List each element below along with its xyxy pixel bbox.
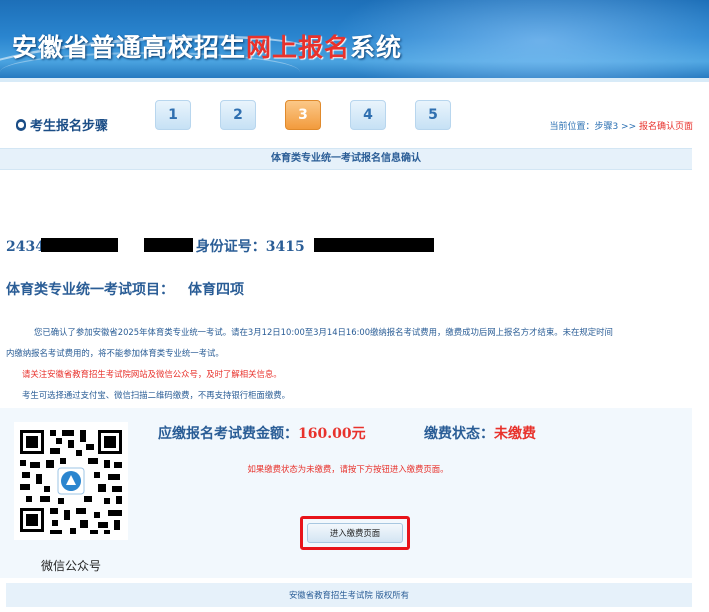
step-5: 5 xyxy=(415,100,451,130)
exam-item-value: 体育四项 xyxy=(188,282,244,298)
breadcrumb-prefix: 当前位置：步骤3 >> xyxy=(549,122,639,132)
qr-caption: 微信公众号 xyxy=(40,559,101,573)
steps-bar: ● 考生报名步骤 1 2 3 4 5 当前位置：步骤3 >> 报名确认页面 xyxy=(0,88,709,148)
fee-line: 应缴报名考试费金额：160.00元 xyxy=(158,423,366,443)
exam-item-label: 体育类专业统一考试项目： xyxy=(6,282,174,298)
banner-divider xyxy=(0,78,709,82)
candidate-number: 2434 xyxy=(6,239,45,255)
exam-item-line: 体育类专业统一考试项目： 体育四项 xyxy=(6,279,244,299)
notice-line-3: 请关注安徽省教育招生考试院网站及微信公众号，及时了解相关信息。 xyxy=(22,369,282,379)
steps-label-text: 考生报名步骤 xyxy=(30,119,109,134)
breadcrumb: 当前位置：步骤3 >> 报名确认页面 xyxy=(549,119,693,132)
step-4: 4 xyxy=(350,100,386,130)
step-2: 2 xyxy=(220,100,256,130)
redaction-bar xyxy=(41,238,118,252)
notice-line-2: 内缴纳报名考试费用的，将不能参加体育类专业统一考试。 xyxy=(6,348,224,358)
status-value: 未缴费 xyxy=(494,426,536,442)
payment-status-line: 缴费状态：未缴费 xyxy=(424,423,536,443)
bullet-icon: ● xyxy=(16,118,26,131)
status-label: 缴费状态： xyxy=(424,426,494,442)
title-part-1: 安徽省普通高校招生 xyxy=(12,33,247,62)
system-title: 安徽省普通高校招生网上报名系统 xyxy=(12,28,402,64)
steps-label: ● 考生报名步骤 xyxy=(16,115,108,134)
fee-amount: 160.00元 xyxy=(298,426,366,442)
redaction-bar xyxy=(314,238,434,252)
qr-code-icon xyxy=(14,422,128,540)
title-part-2: 系统 xyxy=(350,33,403,62)
fee-label: 应缴报名考试费金额： xyxy=(158,426,298,442)
title-highlight: 网上报名 xyxy=(246,33,351,62)
notice-block: 您已确认了参加安徽省2025年体育类专业统一考试。请在3月12日10:00至3月… xyxy=(6,322,696,406)
section-header: 体育类专业统一考试报名信息确认 xyxy=(0,148,692,170)
enter-payment-button[interactable]: 进入缴费页面 xyxy=(307,523,403,543)
notice-line-4: 考生可选择通过支付宝、微信扫描二维码缴费，不再支持银行柜面缴费。 xyxy=(22,390,290,400)
step-3-active: 3 xyxy=(285,100,321,130)
payment-hint: 如果缴费状态为未缴费，请按下方按钮进入缴费页面。 xyxy=(247,464,449,474)
notice-line-1: 您已确认了参加安徽省2025年体育类专业统一考试。请在3月12日10:00至3月… xyxy=(34,327,613,337)
footer-copyright: 安徽省教育招生考试院 版权所有 xyxy=(6,583,692,607)
id-number-label: 身份证号：3415 xyxy=(195,239,305,255)
redaction-bar xyxy=(144,238,193,252)
qr-code xyxy=(14,422,128,540)
breadcrumb-current: 报名确认页面 xyxy=(638,122,693,132)
step-1: 1 xyxy=(155,100,191,130)
header-banner: 安徽省普通高校招生网上报名系统 xyxy=(0,0,709,82)
page-edge xyxy=(692,148,709,612)
